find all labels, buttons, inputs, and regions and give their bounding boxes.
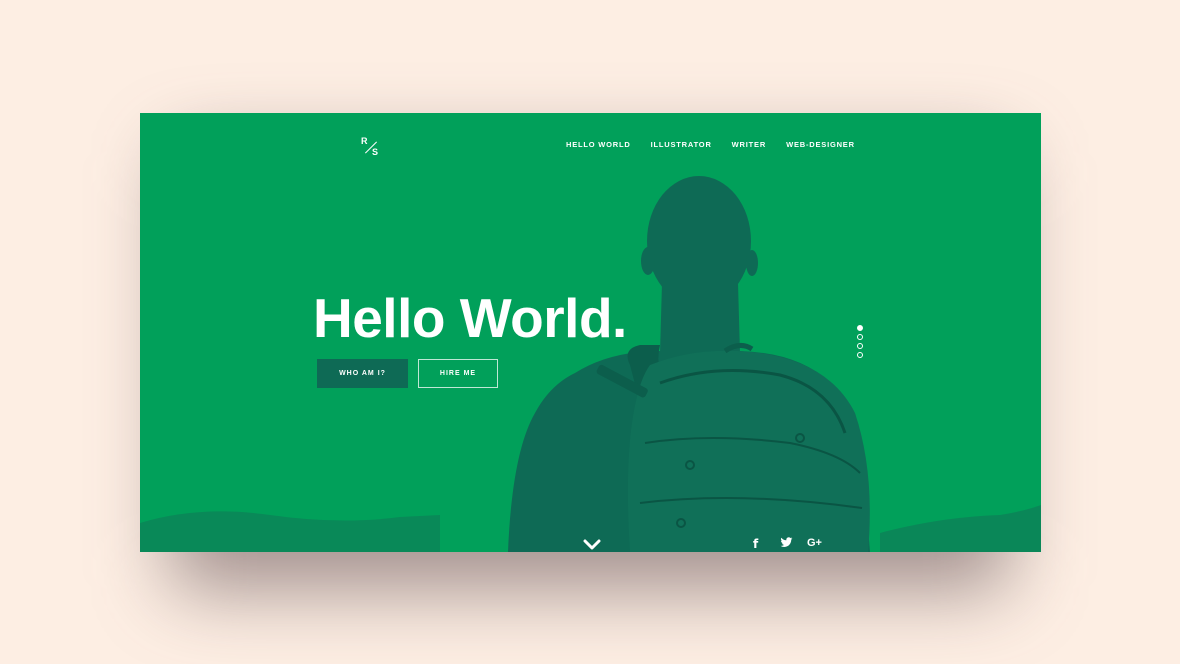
hero-frame: R S HELLO WORLD ILLUSTRATOR WRITER WEB-D…	[140, 113, 1041, 552]
twitter-icon[interactable]	[780, 537, 793, 548]
nav-item-writer[interactable]: WRITER	[732, 140, 766, 149]
scroll-down-icon[interactable]	[583, 539, 601, 551]
who-am-i-button[interactable]: WHO AM I?	[317, 359, 408, 388]
slider-dot-4[interactable]	[857, 352, 863, 358]
logo-letter-top: R	[361, 136, 368, 146]
brand-logo[interactable]: R S	[360, 137, 382, 159]
slider-dot-3[interactable]	[857, 343, 863, 349]
nav-item-illustrator[interactable]: ILLUSTRATOR	[651, 140, 712, 149]
main-nav: HELLO WORLD ILLUSTRATOR WRITER WEB-DESIG…	[566, 140, 875, 149]
facebook-icon[interactable]: f	[753, 537, 758, 551]
logo-letter-bottom: S	[372, 147, 379, 157]
nav-item-hello-world[interactable]: HELLO WORLD	[566, 140, 631, 149]
nav-item-web-designer[interactable]: WEB-DESIGNER	[786, 140, 855, 149]
google-plus-icon[interactable]: G+	[807, 537, 822, 549]
hero-title: Hello World.	[313, 287, 627, 349]
slider-dot-1[interactable]	[857, 325, 863, 331]
slider-pagination	[857, 325, 863, 358]
hire-me-button[interactable]: HIRE ME	[418, 359, 498, 388]
slider-dot-2[interactable]	[857, 334, 863, 340]
